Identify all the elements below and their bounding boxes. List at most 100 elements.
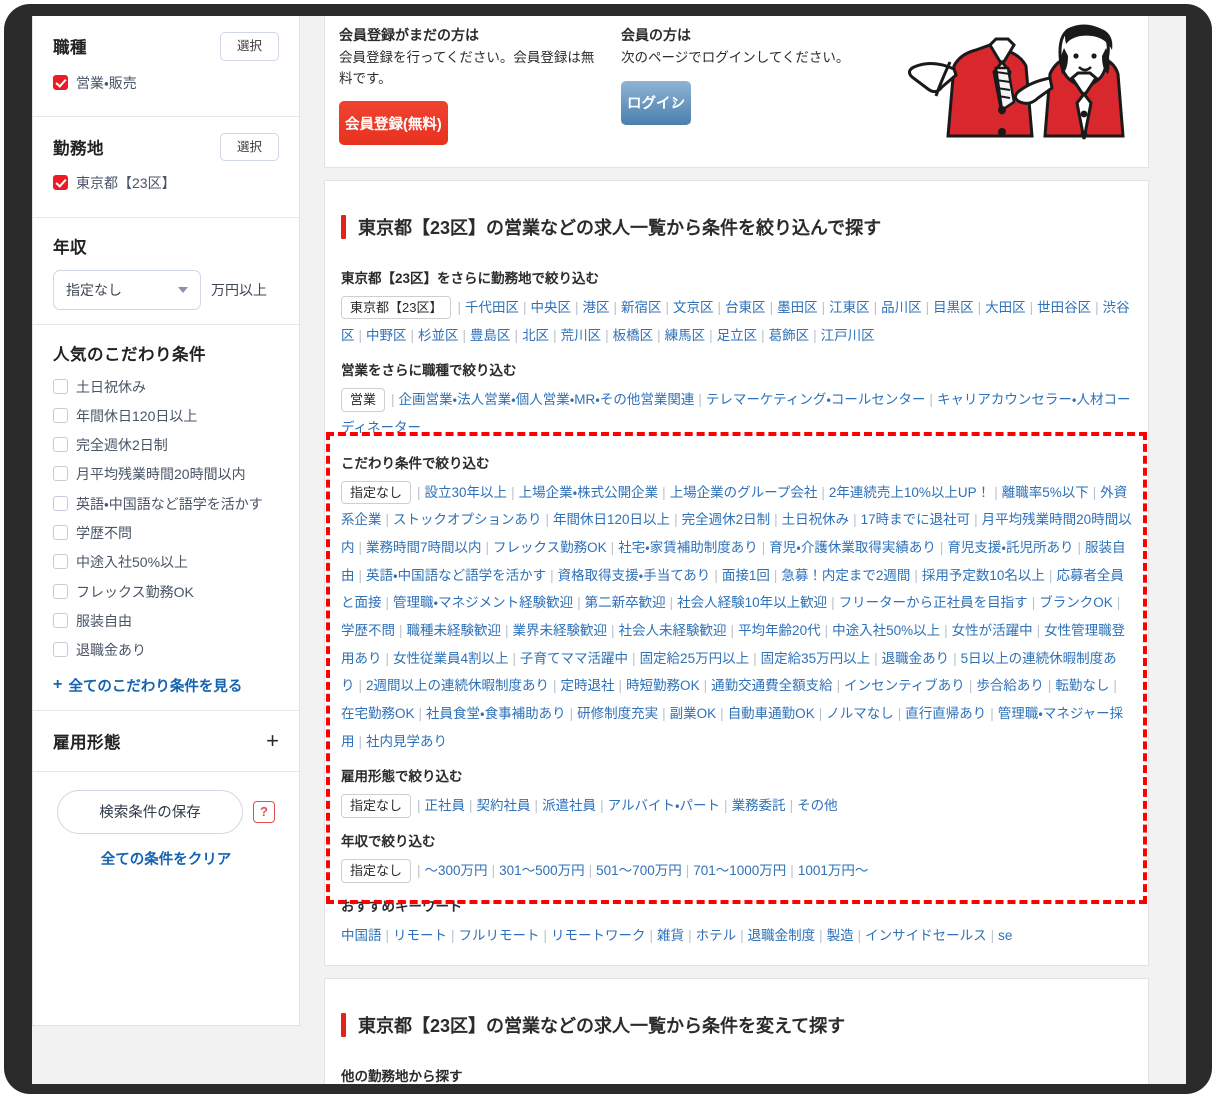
popular-condition-row[interactable]: 英語・中国語など語学を活かす xyxy=(53,494,279,514)
tag-link[interactable]: 港区 xyxy=(583,300,610,315)
tag-link[interactable]: 製造 xyxy=(827,928,854,943)
tag-link[interactable]: 転勤なし xyxy=(1055,678,1109,693)
tag-link[interactable]: 世田谷区 xyxy=(1037,300,1091,315)
tag-link[interactable]: 品川区 xyxy=(881,300,922,315)
tag-link[interactable]: ノルマなし xyxy=(826,706,894,721)
tag-link[interactable]: 土日祝休み xyxy=(782,512,850,527)
tag-link[interactable]: 台東区 xyxy=(725,300,766,315)
tag-link[interactable]: 足立区 xyxy=(717,328,758,343)
tag-link[interactable]: 子育てママ活躍中 xyxy=(520,651,628,666)
tag-link[interactable]: フレックス勤務OK xyxy=(493,540,607,555)
tag-link[interactable]: 自動車通勤OK xyxy=(728,706,815,721)
popular-condition-row[interactable]: 学歴不問 xyxy=(53,523,279,543)
tag-link[interactable]: 設立30年以上 xyxy=(425,485,508,500)
tag-link[interactable]: その他 xyxy=(797,798,838,813)
tag-link[interactable]: 管理職・マネジメント経験歓迎 xyxy=(393,595,573,610)
tag-link[interactable]: 固定給35万円以上 xyxy=(761,651,871,666)
login-button[interactable]: ログイン › xyxy=(621,80,691,125)
tag-link[interactable]: 派遣社員 xyxy=(542,798,596,813)
popular-condition-row[interactable]: 中途入社50%以上 xyxy=(53,552,279,572)
tag-link[interactable]: 英語・中国語など語学を活かす xyxy=(366,568,546,583)
tag-link[interactable]: se xyxy=(998,928,1012,943)
tag-link[interactable]: テレマーケティング・コールセンター xyxy=(706,392,926,407)
tag-link[interactable]: 江東区 xyxy=(829,300,870,315)
checkbox-icon[interactable] xyxy=(53,437,68,453)
tag-link[interactable]: 社宅・家賃補助制度あり xyxy=(618,540,758,555)
expand-plus-icon[interactable]: + xyxy=(266,729,279,752)
sidebar-section-employment-type[interactable]: 雇用形態 + xyxy=(33,711,299,772)
tag-link[interactable]: 離職率5%以下 xyxy=(1002,485,1089,500)
tag-link[interactable]: リモート xyxy=(393,928,447,943)
tag-link[interactable]: 目黒区 xyxy=(933,300,974,315)
tag-link[interactable]: 墨田区 xyxy=(777,300,818,315)
tag-link[interactable]: 副業OK xyxy=(670,706,717,721)
tag-link[interactable]: 退職金あり xyxy=(882,651,950,666)
tag-link[interactable]: 採用予定数10名以上 xyxy=(922,568,1045,583)
tag-link[interactable]: 新宿区 xyxy=(621,300,662,315)
tag-link[interactable]: 完全週休2日制 xyxy=(682,512,771,527)
tag-link[interactable]: 年間休日120日以上 xyxy=(553,512,670,527)
tag-link[interactable]: 大田区 xyxy=(985,300,1026,315)
tag-link[interactable]: 企画営業・法人営業・個人営業・MR・その他営業関連 xyxy=(399,392,695,407)
tag-link[interactable]: 育児支援・託児所あり xyxy=(947,540,1073,555)
checkbox-icon[interactable] xyxy=(53,525,68,541)
tag-link[interactable]: 資格取得支援・手当てあり xyxy=(558,568,711,583)
checkbox-icon[interactable] xyxy=(53,583,68,599)
tag-link[interactable]: 上場企業・株式公開企業 xyxy=(519,485,659,500)
popular-condition-row[interactable]: 完全週休2日制 xyxy=(53,435,279,455)
checkbox-icon[interactable] xyxy=(53,407,68,423)
tag-link[interactable]: ブランクOK xyxy=(1039,595,1113,610)
location-checkbox-row[interactable]: 東京都【23区】 xyxy=(53,173,279,193)
tag-link[interactable]: 荒川区 xyxy=(561,328,602,343)
tag-link[interactable]: 歩合給あり xyxy=(976,678,1044,693)
tag-link[interactable]: 練馬区 xyxy=(665,328,706,343)
tag-link[interactable]: 学歴不問 xyxy=(341,623,395,638)
tag-link[interactable]: 固定給25万円以上 xyxy=(640,651,750,666)
occupation-checkbox-row[interactable]: 営業・販売 xyxy=(53,73,279,93)
tag-link[interactable]: 職種未経験歓迎 xyxy=(407,623,502,638)
tag-link[interactable]: 社員食堂・食事補助あり xyxy=(426,706,566,721)
tag-link[interactable]: 千代田区 xyxy=(465,300,519,315)
register-button[interactable]: 会員登録(無料) › xyxy=(339,101,448,146)
tag-link[interactable]: 江戸川区 xyxy=(821,328,875,343)
tag-link[interactable]: 板橋区 xyxy=(613,328,654,343)
occupation-select-button[interactable]: 選択 xyxy=(219,32,279,61)
tag-link[interactable]: ホテル xyxy=(696,928,737,943)
tag-link[interactable]: 急募！内定まで2週間 xyxy=(781,568,910,583)
tag-link[interactable]: インサイドセールス xyxy=(865,928,987,943)
tag-link[interactable]: インセンティブあり xyxy=(844,678,965,693)
checkbox-icon[interactable] xyxy=(53,466,68,482)
tag-link[interactable]: 中野区 xyxy=(366,328,407,343)
tag-link[interactable]: 2年連続売上10%以上UP！ xyxy=(829,485,990,500)
see-all-conditions-link[interactable]: + 全てのこだわり条件を見る xyxy=(53,675,279,696)
tag-link[interactable]: 社会人未経験歓迎 xyxy=(619,623,727,638)
save-search-button[interactable]: 検索条件の保存 xyxy=(57,789,243,834)
tag-link[interactable]: 業界未経験歓迎 xyxy=(513,623,608,638)
tag-link[interactable]: 面接1回 xyxy=(722,568,770,583)
tag-link[interactable]: 通勤交通費全額支給 xyxy=(711,678,833,693)
tag-link[interactable]: 平均年齢20代 xyxy=(738,623,821,638)
popular-condition-row[interactable]: 年間休日120日以上 xyxy=(53,406,279,426)
checkbox-icon[interactable] xyxy=(53,612,68,628)
tag-link[interactable]: 業務委託 xyxy=(732,798,786,813)
checkbox-icon[interactable] xyxy=(53,378,68,394)
help-icon[interactable]: ? xyxy=(253,800,275,823)
tag-link[interactable]: 女性従業員4割以上 xyxy=(393,651,509,666)
tag-link[interactable]: 直行直帰あり xyxy=(905,706,986,721)
tag-link[interactable]: 育児・介護休業取得実績あり xyxy=(769,540,936,555)
popular-condition-row[interactable]: 土日祝休み xyxy=(53,377,279,397)
tag-link[interactable]: ストックオプションあり xyxy=(393,512,542,527)
tag-link[interactable]: フルリモート xyxy=(459,928,540,943)
tag-link[interactable]: 301～500万円 xyxy=(499,863,585,878)
tag-link[interactable]: 研修制度充実 xyxy=(577,706,658,721)
checkbox-icon[interactable] xyxy=(53,74,68,90)
tag-link[interactable]: 文京区 xyxy=(673,300,714,315)
checkbox-icon[interactable] xyxy=(53,642,68,658)
checkbox-icon[interactable] xyxy=(53,175,68,191)
tag-link[interactable]: 豊島区 xyxy=(470,328,511,343)
tag-link[interactable]: 時短勤務OK xyxy=(626,678,700,693)
tag-link[interactable]: 退職金制度 xyxy=(748,928,816,943)
popular-condition-row[interactable]: 月平均残業時間20時間以内 xyxy=(53,464,279,484)
tag-link[interactable]: 雑貨 xyxy=(657,928,684,943)
tag-link[interactable]: 501～700万円 xyxy=(596,863,682,878)
